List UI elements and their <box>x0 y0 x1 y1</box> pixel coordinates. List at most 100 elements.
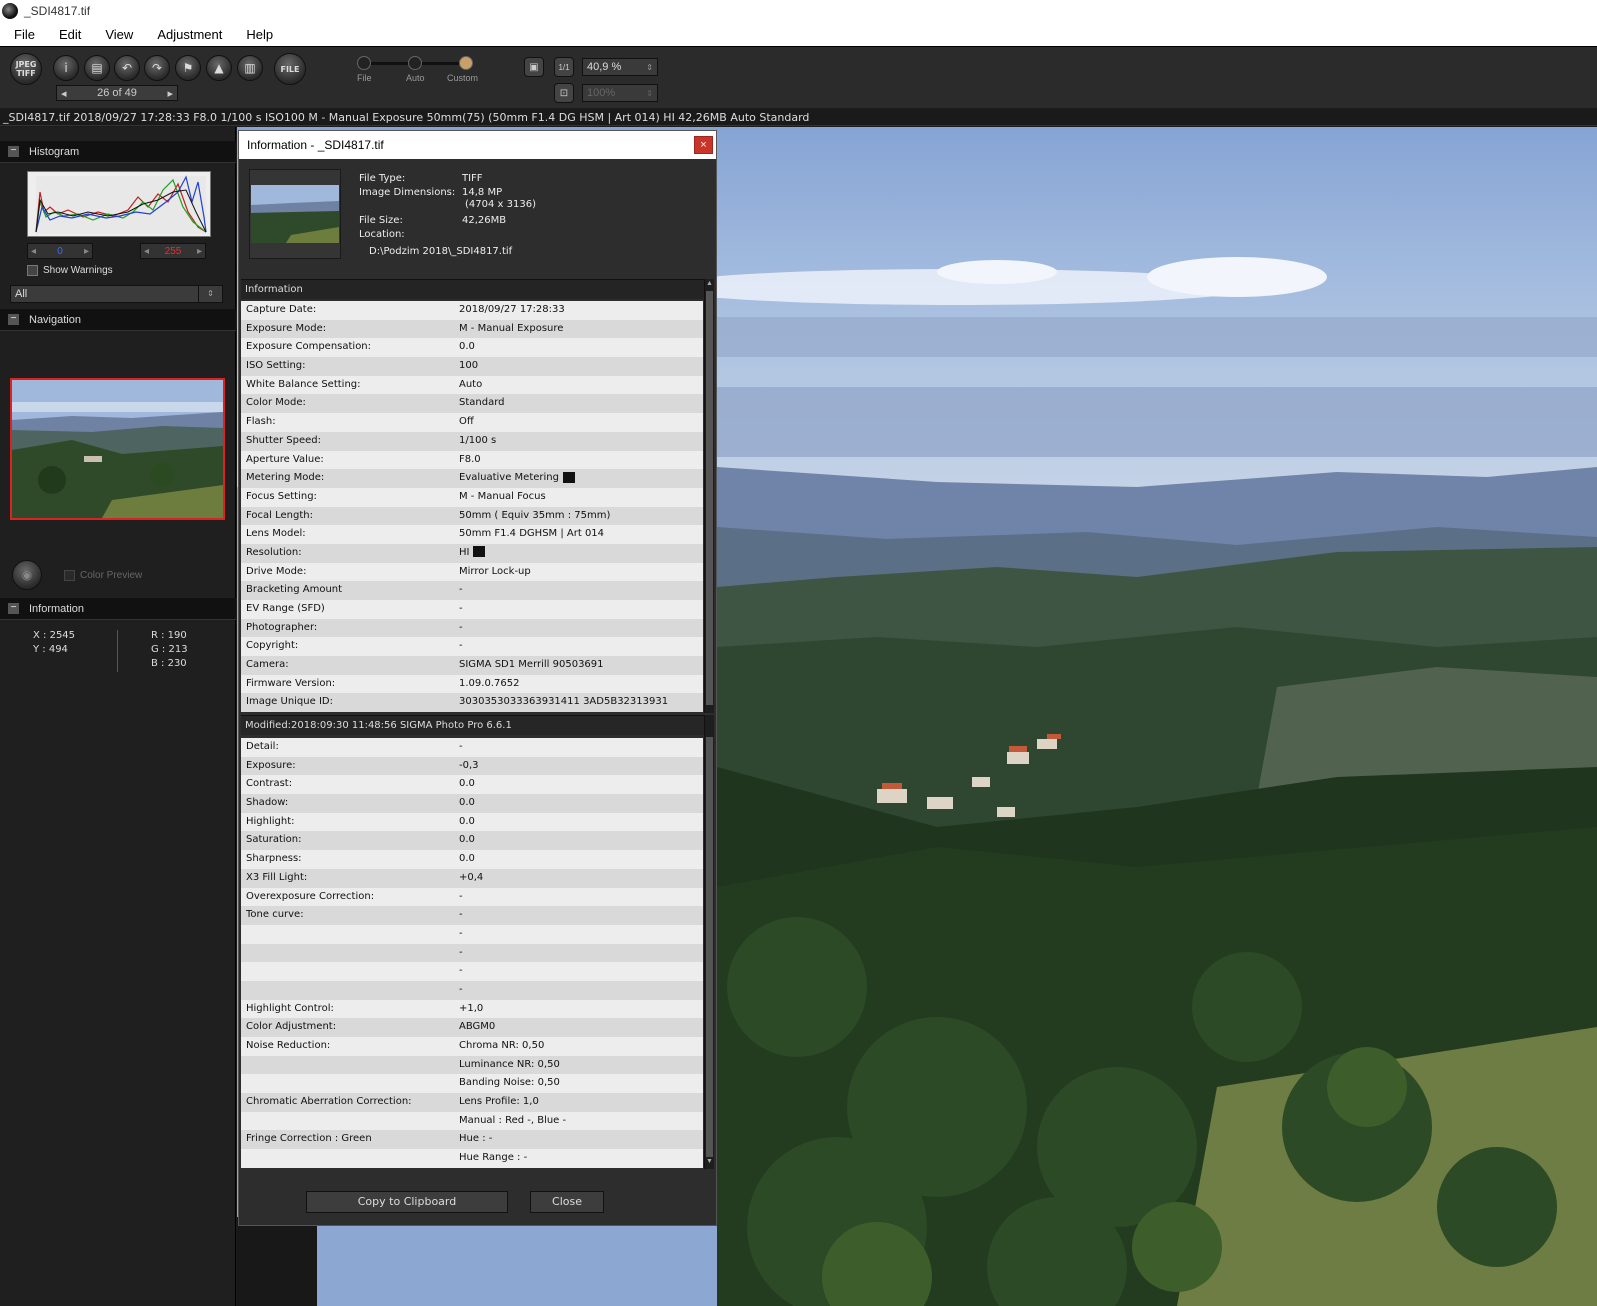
show-warnings-checkbox[interactable] <box>27 265 38 276</box>
table-row: Saturation: 0.0 <box>241 831 703 851</box>
information-header[interactable]: − Information <box>0 598 236 620</box>
table-row: Hue Range : - <box>241 1149 703 1168</box>
mode-slider-auto-knob[interactable] <box>408 56 422 70</box>
scrollbar-thumb[interactable] <box>706 737 713 1157</box>
color-preview-button[interactable]: ◉ <box>12 560 42 590</box>
channel-select[interactable]: All ⇕ <box>10 285 223 303</box>
histogram-header[interactable]: − Histogram <box>0 141 236 163</box>
loupe-zoom-spinner-icon[interactable]: ⇕ <box>646 89 653 98</box>
menu-help[interactable]: Help <box>236 27 283 42</box>
high-left-arrow-icon[interactable]: ◂ <box>144 246 149 257</box>
row-value-text: - <box>459 741 463 752</box>
row-value-text: 50mm F1.4 DGHSM | Art 014 <box>459 528 605 540</box>
row-label: Copyright: <box>246 640 299 652</box>
scroll-down-arrow-icon[interactable]: ▼ <box>705 1157 714 1167</box>
table-row: Overexposure Correction: - <box>241 887 703 907</box>
zoom-spinner-icon[interactable]: ⇕ <box>646 63 653 72</box>
loupe-zoom-select[interactable]: 100% ⇕ <box>582 84 658 102</box>
table-row: - <box>241 980 703 1000</box>
row-value: Banding Noise: 0,50 <box>459 1074 703 1093</box>
row-value-text: - <box>459 603 463 614</box>
row-value-text: Evaluative Metering <box>459 472 559 484</box>
collapse-icon[interactable]: − <box>8 603 19 614</box>
row-value: - <box>459 637 703 656</box>
info-icon: i <box>64 61 68 75</box>
table-row: Exposure Mode: M - Manual Exposure <box>241 319 703 339</box>
menu-edit[interactable]: Edit <box>49 27 91 42</box>
loupe-button[interactable]: ⊡ <box>554 83 574 103</box>
row-value: Auto <box>459 376 703 395</box>
row-value: +1,0 <box>459 1000 703 1019</box>
collapse-icon[interactable]: − <box>8 314 19 325</box>
color-preview-checkbox[interactable] <box>64 570 75 581</box>
low-left-arrow-icon[interactable]: ◂ <box>31 246 36 257</box>
table-row: Metering Mode: Evaluative Metering <box>241 469 703 488</box>
high-right-arrow-icon[interactable]: ▸ <box>197 246 202 257</box>
menu-view[interactable]: View <box>95 27 143 42</box>
histogram-low-control[interactable]: ◂ 0 ▸ <box>27 243 93 259</box>
row-label <box>241 944 459 963</box>
table-row: Manual : Red -, Blue - <box>241 1111 703 1131</box>
table-row: Copyright: - <box>241 637 703 657</box>
dialog-close-button[interactable]: × <box>694 136 713 154</box>
copy-to-clipboard-button[interactable]: Copy to Clipboard <box>306 1191 508 1213</box>
channel-select-arrow-icon[interactable]: ⇕ <box>198 286 222 302</box>
fit-screen-button[interactable]: ▣ <box>524 57 544 77</box>
row-label: Shutter Speed: <box>246 434 322 446</box>
collapse-icon[interactable]: − <box>8 146 19 157</box>
prev-image-arrow-icon[interactable]: ◂ <box>61 87 67 100</box>
scrollbar-thumb[interactable] <box>706 291 713 705</box>
row-label <box>241 1149 459 1168</box>
zoom-select[interactable]: 40,9 % ⇕ <box>582 58 658 76</box>
delete-button[interactable]: ▥ <box>237 55 263 81</box>
mode-slider-custom-knob[interactable] <box>459 56 473 70</box>
menu-adjustment[interactable]: Adjustment <box>147 27 232 42</box>
location-value: D:\Podzim 2018\_SDI4817.tif <box>369 246 513 257</box>
rotate-left-button[interactable]: ↶ <box>114 55 140 81</box>
row-label: Lens Model: <box>246 528 306 540</box>
table-row: Shutter Speed: 1/100 s <box>241 431 703 451</box>
print-button[interactable]: ▤ <box>84 55 110 81</box>
row-value-text: Standard <box>459 397 505 409</box>
info-button[interactable]: i <box>53 55 79 81</box>
file-info-labels: File Type: Image Dimensions: File Size: … <box>359 173 459 243</box>
color-preview-row[interactable]: Color Preview <box>64 570 142 581</box>
jpeg-tiff-icon: JPEG TIFF <box>15 60 37 78</box>
row-value-text: - <box>459 946 463 958</box>
adjustments-scrollbar[interactable]: ▼ <box>704 715 714 1169</box>
row-label: Focal Length: <box>246 509 313 521</box>
lock-button[interactable]: ▲ <box>206 55 232 81</box>
menu-file[interactable]: File <box>4 27 45 42</box>
row-value-text: 0.0 <box>459 834 475 846</box>
row-value-text: - <box>459 890 463 902</box>
rotate-right-button[interactable]: ↷ <box>144 55 170 81</box>
next-image-arrow-icon[interactable]: ▸ <box>167 87 173 100</box>
low-right-arrow-icon[interactable]: ▸ <box>84 246 89 257</box>
navigation-thumbnail[interactable] <box>10 378 225 520</box>
histogram-high-control[interactable]: ◂ 255 ▸ <box>140 243 206 259</box>
row-label: Resolution: <box>246 546 302 558</box>
file-button[interactable]: FILE <box>274 53 306 85</box>
row-label: Overexposure Correction: <box>246 890 375 902</box>
scroll-up-arrow-icon[interactable]: ▲ <box>705 279 714 289</box>
actual-size-button[interactable]: 1/1 <box>554 57 574 77</box>
dialog-close-footer-button[interactable]: Close <box>530 1191 604 1213</box>
row-value-text: - <box>459 640 463 652</box>
row-label: Camera: <box>246 659 289 671</box>
row-value-text: SIGMA SD1 Merrill 90503691 <box>459 659 604 671</box>
left-panel: − Histogram ◂ 0 ▸ ◂ 255 ▸ Show Warnings <box>0 127 236 1306</box>
mode-slider-file-knob[interactable] <box>357 56 371 70</box>
information-scrollbar[interactable]: ▲ <box>704 279 714 713</box>
file-size-label: File Size: <box>359 215 403 226</box>
row-value-text: - <box>459 965 463 977</box>
table-row: Capture Date: 2018/09/27 17:28:33 <box>241 301 703 320</box>
row-label: Shadow: <box>246 797 289 809</box>
jpeg-tiff-export-button[interactable]: JPEG TIFF <box>10 53 42 85</box>
show-warnings-row[interactable]: Show Warnings <box>27 265 113 276</box>
mode-label-auto: Auto <box>406 73 425 83</box>
row-label: Exposure Mode: <box>246 322 327 334</box>
navigation-header[interactable]: − Navigation <box>0 309 236 331</box>
flag-button[interactable]: ⚑ <box>175 55 201 81</box>
row-value: HI <box>459 544 703 563</box>
flag-icon: ⚑ <box>182 61 194 75</box>
